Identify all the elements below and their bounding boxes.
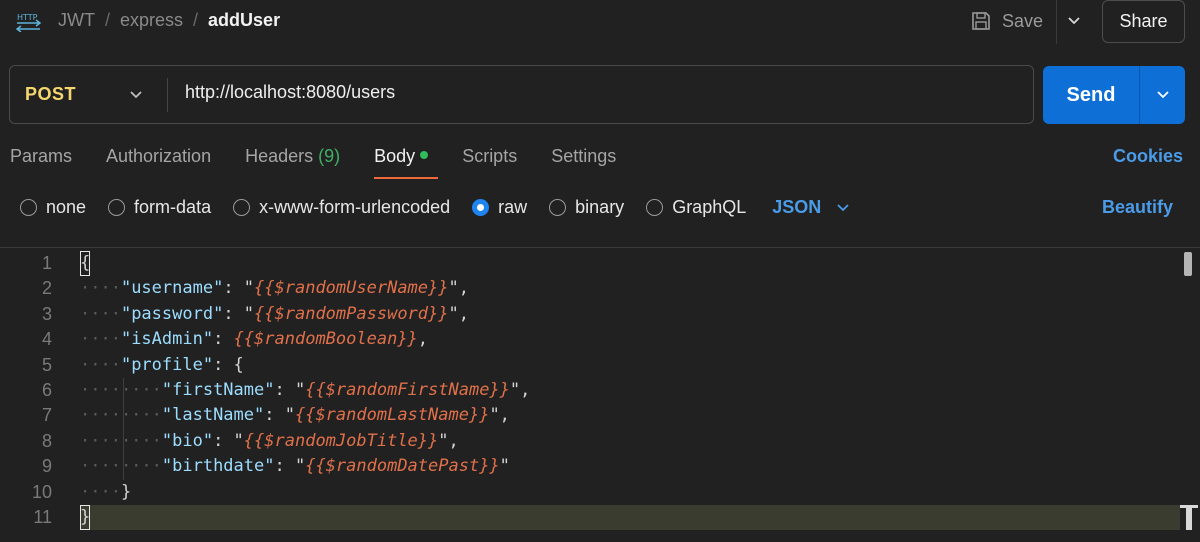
radio-button [549,199,567,216]
save-button[interactable]: Save [970,6,1043,36]
line-number: 10 [31,481,52,502]
code-line: ········"lastName": "{{$randomLastName}}… [80,405,510,426]
line-number: 11 [33,507,52,527]
breadcrumb-separator: / [193,10,199,30]
tab-label: Authorization [106,146,212,166]
send-button-group: Send [1043,66,1185,124]
chevron-down-icon[interactable] [126,84,146,106]
line-number: 9 [41,456,52,477]
line-number: 8 [41,430,52,451]
tab-scripts[interactable]: Scripts [462,146,517,179]
breadcrumb-collection[interactable]: JWT [58,10,95,31]
code-line: ····"isAdmin": {{$randomBoolean}}, [80,329,429,350]
code-line: ········"birthdate": "{{$randomDatePast}… [80,456,510,477]
url-input[interactable] [185,82,1005,103]
code-line: ····"profile": { [80,354,244,375]
radio-none[interactable]: none [20,197,86,218]
scrollbar[interactable] [1184,252,1192,276]
send-options-button[interactable] [1140,66,1185,124]
code-line: ····"username": "{{$randomUserName}}", [80,278,469,299]
send-button[interactable]: Send [1043,66,1139,124]
radio-button [646,199,664,216]
line-number: 4 [41,329,52,350]
language-label: JSON [772,197,822,217]
line-number: 5 [41,354,52,375]
code-line: ····"password": "{{$randomPassword}}", [80,303,469,324]
bracket-match-highlight [80,251,90,276]
beautify-button[interactable]: Beautify [1102,197,1173,218]
line-number: 3 [41,303,52,324]
tab-headers[interactable]: Headers (9) [245,146,340,179]
chevron-down-icon [1156,91,1169,99]
radio-label: none [46,197,87,217]
line-number: 2 [41,278,52,299]
radio-label: form-data [134,197,212,217]
http-icon: HTTP [16,13,42,32]
tab-label: Params [10,146,73,166]
method-select[interactable]: POST [25,84,76,105]
breadcrumb-separator: / [104,10,110,30]
chevron-down-icon[interactable] [1064,10,1084,32]
tab-authorization[interactable]: Authorization [106,146,211,179]
radio-urlencoded[interactable]: x-www-form-urlencoded [233,197,450,218]
share-button[interactable]: Share [1102,0,1185,43]
radio-button [472,199,490,216]
radio-button [108,199,126,216]
request-name[interactable]: addUser [208,10,280,31]
divider [1056,0,1057,44]
code-line: ········"bio": "{{$randomJobTitle}}", [80,430,459,451]
top-bar: HTTP JWT / express / addUser Save Share [0,0,1200,44]
radio-button [20,199,37,216]
tab-body[interactable]: Body [374,146,439,179]
tab-params[interactable]: Params [10,146,72,179]
chevron-down-icon [837,203,849,211]
language-select[interactable]: JSON [772,197,851,218]
body-indicator-dot [420,151,429,160]
radio-graphql[interactable]: GraphQL [646,197,746,218]
radio-raw[interactable]: raw [472,197,527,218]
tab-label: Body [374,146,416,166]
save-icon [972,12,990,30]
radio-binary[interactable]: binary [549,197,624,218]
current-line-highlight [80,505,1180,530]
body-type-options: none form-data x-www-form-urlencoded raw… [20,197,851,218]
bracket-match-highlight [80,505,90,530]
text-cursor-icon [1180,505,1198,530]
request-tabs: Params Authorization Headers (9) Body Sc… [10,146,650,179]
breadcrumb-folder[interactable]: express [120,10,183,31]
radio-label: GraphQL [672,197,747,217]
line-number: 6 [41,380,52,400]
tab-settings[interactable]: Settings [551,146,616,179]
radio-label: x-www-form-urlencoded [259,197,451,217]
tab-label: Settings [551,146,617,166]
code-editor[interactable]: 1 2 3 4 5 6 7 8 9 10 11 {····"username": "{{$rando… [0,248,1200,542]
cookies-link[interactable]: Cookies [1113,146,1183,167]
breadcrumb: JWT / express / addUser [58,10,280,31]
code-line: ········"firstName": "{{$randomFirstName… [80,380,531,400]
svg-text:HTTP: HTTP [17,13,38,22]
tab-label: Scripts [462,146,518,166]
radio-label: binary [575,197,625,217]
radio-label: raw [498,197,528,217]
url-bar: POST [9,65,1034,124]
divider [167,78,168,112]
line-number: 1 [41,253,52,273]
radio-form-data[interactable]: form-data [108,197,211,218]
save-label: Save [1002,10,1044,31]
radio-button [233,199,251,216]
line-number: 7 [41,405,52,426]
indent-guide [122,378,124,480]
code-line: ····} [80,481,132,502]
tab-label: Headers [245,146,314,166]
headers-count: (9) [318,146,341,166]
